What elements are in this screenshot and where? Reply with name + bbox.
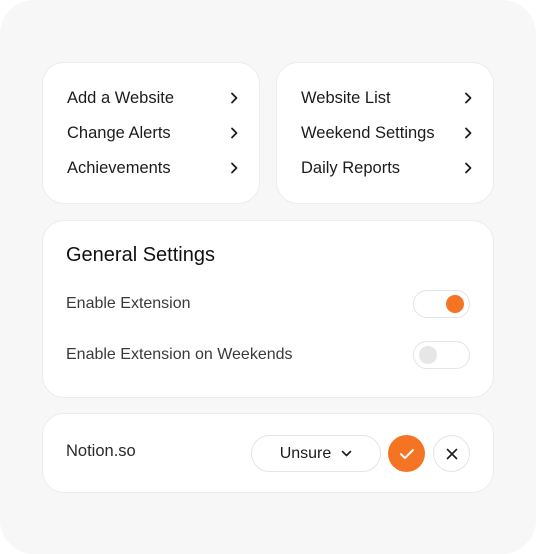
setting-row-enable-extension: Enable Extension	[66, 290, 470, 318]
chevron-down-icon	[341, 450, 352, 457]
status-select[interactable]: Unsure	[251, 435, 381, 472]
chevron-right-icon	[463, 92, 473, 104]
confirm-button[interactable]	[388, 435, 425, 472]
nav-item-label: Weekend Settings	[301, 123, 435, 142]
nav-item-label: Daily Reports	[301, 158, 401, 177]
site-name: Notion.so	[66, 442, 136, 460]
enable-extension-toggle[interactable]	[413, 290, 470, 318]
nav-item-label: Website List	[301, 88, 391, 107]
toggle-knob	[446, 295, 464, 313]
setting-label: Enable Extension	[66, 295, 191, 312]
chevron-right-icon	[229, 92, 239, 104]
general-settings-card: General Settings Enable Extension Enable…	[42, 220, 494, 398]
chevron-right-icon	[463, 162, 473, 174]
nav-card-left: Add a Website Change Alerts Achievements	[42, 62, 260, 204]
nav-item-change-alerts[interactable]: Change Alerts	[67, 121, 239, 145]
setting-label: Enable Extension on Weekends	[66, 346, 293, 363]
chevron-right-icon	[229, 162, 239, 174]
check-icon	[399, 448, 415, 460]
nav-item-weekend-settings[interactable]: Weekend Settings	[301, 121, 473, 145]
site-card: Notion.so Unsure	[42, 413, 494, 493]
nav-item-achievements[interactable]: Achievements	[67, 156, 239, 180]
toggle-knob	[419, 346, 437, 364]
nav-item-label: Add a Website	[67, 88, 175, 107]
nav-item-label: Change Alerts	[67, 123, 171, 142]
nav-item-website-list[interactable]: Website List	[301, 86, 473, 110]
nav-card-right: Website List Weekend Settings Daily Repo…	[276, 62, 494, 204]
chevron-right-icon	[229, 127, 239, 139]
status-select-value: Unsure	[279, 444, 332, 462]
close-icon	[446, 448, 458, 460]
section-title: General Settings	[66, 244, 215, 266]
popup-panel: Add a Website Change Alerts Achievements…	[0, 0, 536, 554]
nav-item-label: Achievements	[67, 158, 171, 177]
dismiss-button[interactable]	[433, 435, 470, 472]
enable-weekends-toggle[interactable]	[413, 341, 470, 369]
nav-item-add-website[interactable]: Add a Website	[67, 86, 239, 110]
chevron-right-icon	[463, 127, 473, 139]
nav-item-daily-reports[interactable]: Daily Reports	[301, 156, 473, 180]
setting-row-enable-weekends: Enable Extension on Weekends	[66, 341, 470, 369]
